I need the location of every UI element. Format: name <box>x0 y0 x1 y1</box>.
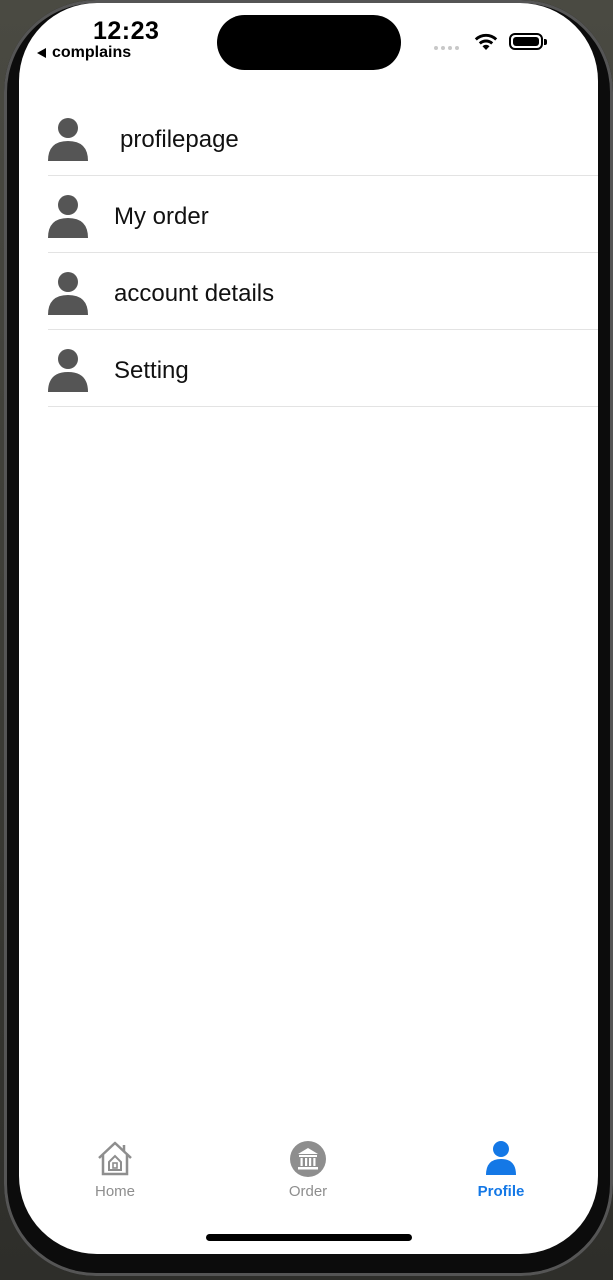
back-to-app-button[interactable]: complains <box>37 44 131 62</box>
back-app-label: complains <box>52 44 132 61</box>
tab-order[interactable]: Order <box>248 1133 368 1203</box>
battery-icon <box>509 33 547 50</box>
status-bar: 12:23 complains <box>19 3 598 73</box>
status-time: 12:23 <box>93 17 160 45</box>
menu-item-label: profilepage <box>120 126 239 153</box>
menu-item-label: My order <box>114 203 209 230</box>
tab-label: Profile <box>477 1183 525 1200</box>
back-arrow-icon <box>37 48 46 58</box>
person-icon <box>486 1141 516 1175</box>
menu-item-setting[interactable]: Setting <box>48 330 598 407</box>
dynamic-island <box>217 15 401 70</box>
tab-label: Order <box>288 1183 328 1200</box>
menu-item-my-order[interactable]: My order <box>48 176 598 253</box>
person-icon <box>48 195 88 238</box>
person-icon <box>48 349 88 392</box>
phone-screen: 12:23 complains profilepage My order acc… <box>19 3 598 1254</box>
cellular-signal-icon <box>434 46 459 50</box>
home-icon <box>98 1141 132 1176</box>
menu-item-account-details[interactable]: account details <box>48 253 598 330</box>
wifi-icon <box>474 33 498 50</box>
bank-icon <box>290 1141 326 1177</box>
tab-bar: Home Order Profile <box>19 1133 598 1213</box>
menu-item-label: Setting <box>114 357 189 384</box>
person-icon <box>48 272 88 315</box>
person-icon <box>48 118 88 161</box>
tab-profile[interactable]: Profile <box>441 1133 561 1203</box>
tab-home[interactable]: Home <box>55 1133 175 1203</box>
tab-label: Home <box>94 1183 135 1200</box>
menu-item-label: account details <box>114 280 275 307</box>
menu-item-profilepage[interactable]: profilepage <box>48 99 598 176</box>
profile-menu-list: profilepage My order account details Set… <box>48 99 598 407</box>
home-indicator[interactable] <box>206 1234 412 1241</box>
